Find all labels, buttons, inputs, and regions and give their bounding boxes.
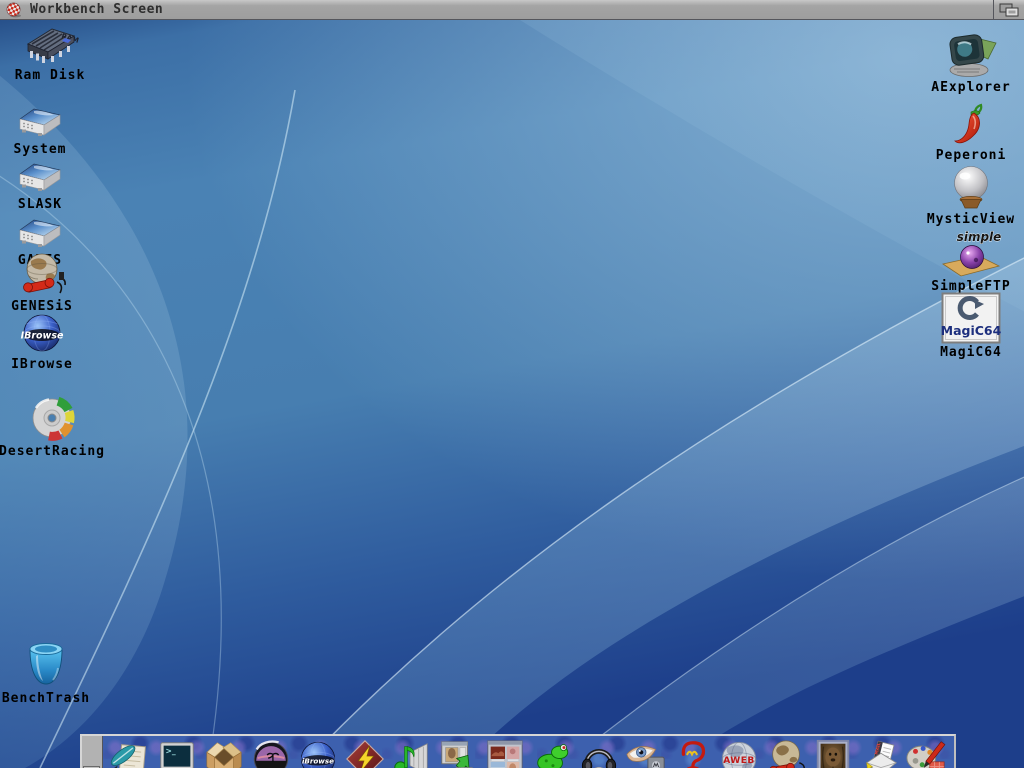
screen-titlebar[interactable]: Workbench Screen — [0, 0, 1024, 20]
package-box-icon — [203, 738, 245, 768]
svg-text:AWEB: AWEB — [723, 756, 755, 766]
svg-text:IBrowse: IBrowse — [21, 331, 64, 342]
amidock: >_ — [80, 734, 956, 768]
dock-item-notepad[interactable] — [108, 737, 152, 768]
desktop-icon-genesis[interactable]: GENESiS — [0, 252, 84, 313]
dock-item-shell[interactable]: >_ — [155, 737, 199, 768]
workbench-screen: Workbench Screen — [0, 0, 1024, 768]
icon-label: System — [14, 143, 67, 156]
dock-item-dialer[interactable] — [764, 737, 808, 768]
dock-item-help[interactable] — [670, 737, 714, 768]
icon-label: BenchTrash — [2, 692, 90, 705]
svg-text:MagiC64: MagiC64 — [941, 323, 1001, 338]
svg-text:simple: simple — [957, 230, 1002, 244]
desktop-icon-ram-disk[interactable]: RAM Ram Disk — [0, 25, 100, 82]
dock-item-archive[interactable] — [202, 737, 246, 768]
icon-label: AExplorer — [931, 81, 1010, 94]
wallpaper — [0, 20, 1024, 768]
desktop: RAM Ram Disk — [0, 20, 1024, 768]
globe-phone-icon — [17, 252, 67, 298]
desktop-icon-aexplorer[interactable]: AExplorer — [920, 29, 1022, 94]
icon-label: IBrowse — [11, 358, 73, 371]
screen-depth-gadget[interactable] — [993, 0, 1024, 20]
screen-grabber-icon — [437, 738, 479, 768]
desktop-icon-peperoni[interactable]: Peperoni — [922, 103, 1020, 162]
dock-item-aweb[interactable]: AWEB — [717, 737, 761, 768]
icon-label: MysticView — [927, 213, 1015, 226]
shell-terminal-icon: >_ — [156, 738, 198, 768]
dock-item-grabber[interactable] — [436, 737, 480, 768]
mail-envelope-icon: MAIL — [859, 738, 901, 768]
paint-palette-icon — [905, 738, 947, 768]
dock-item-viewer[interactable] — [249, 737, 293, 768]
frog-icon — [531, 738, 573, 768]
music-note-speaker-icon — [390, 738, 432, 768]
chili-pepper-icon — [951, 103, 991, 147]
svg-text:iBrowse: iBrowse — [302, 756, 334, 765]
desktop-icon-system[interactable]: System — [0, 105, 80, 156]
desktop-icon-desertracing[interactable]: DesertRacing — [0, 395, 104, 458]
chewbacca-icon — [812, 738, 854, 768]
dock-item-amigaamp[interactable] — [343, 737, 387, 768]
simpleftp-icon: simple — [939, 230, 1003, 278]
icon-label: Peperoni — [936, 149, 1007, 162]
eye-chip-icon — [625, 738, 667, 768]
boing-ball-icon — [5, 2, 23, 18]
ibrowse-globe-icon: IBrowse — [19, 312, 65, 356]
magic64-icon: MagiC64 — [941, 292, 1001, 344]
desktop-icon-benchtrash[interactable]: BenchTrash — [0, 640, 92, 705]
dock-item-audio[interactable] — [577, 737, 621, 768]
notepad-pen-icon — [109, 738, 151, 768]
dock-item-paint[interactable] — [904, 737, 948, 768]
trashcan-icon — [22, 640, 70, 690]
icon-label: SLASK — [18, 198, 62, 211]
dock-item-gallery[interactable] — [483, 737, 527, 768]
desktop-icon-simpleftp[interactable]: simple SimpleFTP — [920, 230, 1022, 293]
desktop-icon-ibrowse[interactable]: IBrowse IBrowse — [0, 312, 84, 371]
dialer-globe-phone-icon — [765, 738, 807, 768]
aweb-globe-icon: AWEB — [718, 738, 760, 768]
dock-item-frog[interactable] — [530, 737, 574, 768]
harddisk-icon — [17, 105, 63, 141]
desktop-icon-magic64[interactable]: MagiC64 MagiC64 — [924, 292, 1018, 359]
crystal-ball-icon — [945, 165, 997, 211]
icon-label: MagiC64 — [940, 346, 1002, 359]
desktop-icon-mysticview[interactable]: MysticView — [918, 165, 1024, 226]
cd-disc-icon — [27, 395, 77, 443]
harddisk-icon — [17, 216, 63, 252]
dock-item-chewbacca[interactable] — [811, 737, 855, 768]
amigaamp-lightning-icon — [344, 738, 386, 768]
harddisk-icon — [17, 160, 63, 196]
image-gallery-icon — [484, 738, 526, 768]
screen-title: Workbench Screen — [30, 2, 163, 17]
aexplorer-icon — [942, 29, 1000, 79]
ram-chip-icon: RAM — [21, 25, 79, 67]
headphones-icon — [578, 738, 620, 768]
icon-label: Ram Disk — [15, 69, 86, 82]
dock-item-ibrowse[interactable]: iBrowse — [296, 737, 340, 768]
dock-icon-row: >_ — [103, 736, 954, 768]
desktop-icon-slask[interactable]: SLASK — [0, 160, 80, 211]
photo-sphere-icon — [250, 738, 292, 768]
help-bulb-icon — [671, 738, 713, 768]
svg-text:>_: >_ — [166, 746, 176, 755]
dock-item-eye[interactable] — [624, 737, 668, 768]
dock-item-mail[interactable]: MAIL — [858, 737, 902, 768]
dock-handle-strip — [82, 736, 103, 768]
dock-item-music[interactable] — [389, 737, 433, 768]
icon-label: DesertRacing — [0, 445, 105, 458]
ibrowse-globe-icon: iBrowse — [297, 738, 339, 768]
